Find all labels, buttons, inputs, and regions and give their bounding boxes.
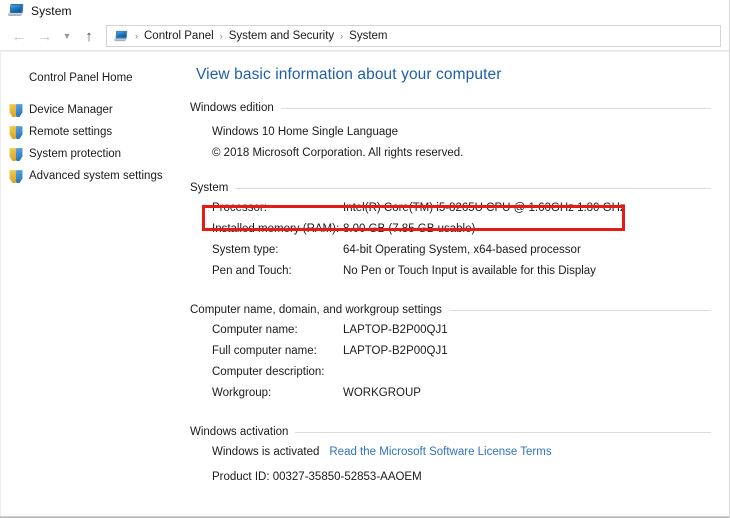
full-computer-name-label: Full computer name: xyxy=(212,345,343,357)
content-left-border xyxy=(0,50,1,518)
up-button[interactable]: ↑ xyxy=(76,24,102,48)
section-header: Windows activation xyxy=(190,426,729,438)
sidebar-item-label: System protection xyxy=(29,148,121,160)
section-title: Windows activation xyxy=(190,426,295,438)
license-terms-link[interactable]: Read the Microsoft Software License Term… xyxy=(329,446,551,458)
copyright-text: © 2018 Microsoft Corporation. All rights… xyxy=(212,143,729,164)
processor-label: Processor: xyxy=(212,202,343,214)
breadcrumb-system[interactable]: System xyxy=(347,30,389,42)
page-title: View basic information about your comput… xyxy=(196,66,729,84)
installed-memory-value: 8.00 GB (7.85 GB usable) xyxy=(343,223,475,235)
activation-status: Windows is activated xyxy=(212,446,319,458)
back-button[interactable]: ← xyxy=(6,24,32,48)
workgroup-label: Workgroup: xyxy=(212,387,343,399)
section-header: Windows edition xyxy=(190,102,729,114)
sidebar-item-label: Remote settings xyxy=(29,126,112,138)
computer-icon xyxy=(114,30,128,42)
workgroup-row: Workgroup: WORKGROUP xyxy=(190,387,729,408)
full-computer-name-value: LAPTOP-B2P00QJ1 xyxy=(343,345,448,357)
sidebar-item-advanced-system-settings[interactable]: Advanced system settings xyxy=(0,165,190,187)
section-rule xyxy=(449,310,711,311)
window-title: System xyxy=(31,4,72,18)
processor-value: Intel(R) Core(TM) i5-8265U CPU @ 1.60GHz… xyxy=(343,202,626,214)
breadcrumb-control-panel[interactable]: Control Panel xyxy=(142,30,216,42)
uac-shield-icon xyxy=(9,169,23,183)
processor-row: Processor: Intel(R) Core(TM) i5-8265U CP… xyxy=(190,202,729,223)
uac-shield-icon xyxy=(9,103,23,117)
section-title: Windows edition xyxy=(190,102,281,114)
section-header: System xyxy=(190,182,729,194)
section-title: System xyxy=(190,182,235,194)
windows-edition-lines: Windows 10 Home Single Language © 2018 M… xyxy=(190,122,729,164)
sidebar: Control Panel Home Device Manager Remote… xyxy=(0,52,190,518)
activation-status-row: Windows is activated Read the Microsoft … xyxy=(190,446,729,467)
edition-name: Windows 10 Home Single Language xyxy=(212,122,729,143)
window-bottom-border xyxy=(0,516,729,517)
uac-shield-icon xyxy=(9,125,23,139)
system-type-label: System type: xyxy=(212,244,343,256)
system-type-row: System type: 64-bit Operating System, x6… xyxy=(190,244,729,265)
sidebar-item-device-manager[interactable]: Device Manager xyxy=(0,99,190,121)
computer-name-row: Computer name: LAPTOP-B2P00QJ1 xyxy=(190,324,729,345)
breadcrumb-separator: › xyxy=(131,31,142,41)
installed-memory-row: Installed memory (RAM): 8.00 GB (7.85 GB… xyxy=(190,223,729,244)
forward-button[interactable]: → xyxy=(32,24,58,48)
sidebar-item-remote-settings[interactable]: Remote settings xyxy=(0,121,190,143)
section-rule xyxy=(295,432,711,433)
section-windows-activation: Windows activation Windows is activated … xyxy=(190,426,729,488)
system-type-value: 64-bit Operating System, x64-based proce… xyxy=(343,244,581,256)
sidebar-item-label: Device Manager xyxy=(29,104,113,116)
pen-and-touch-value: No Pen or Touch Input is available for t… xyxy=(343,265,596,277)
computer-name-value: LAPTOP-B2P00QJ1 xyxy=(343,324,448,336)
address-bar[interactable]: › Control Panel › System and Security › … xyxy=(106,25,721,47)
installed-memory-label: Installed memory (RAM): xyxy=(212,223,343,235)
sidebar-item-label: Advanced system settings xyxy=(29,170,163,182)
title-bar: System xyxy=(0,0,729,22)
uac-shield-icon xyxy=(9,147,23,161)
computer-description-label: Computer description: xyxy=(212,366,343,378)
computer-name-label: Computer name: xyxy=(212,324,343,336)
section-computer-name: Computer name, domain, and workgroup set… xyxy=(190,304,729,408)
section-rule xyxy=(235,188,711,189)
system-window: System ← → ▼ ↑ › Control Panel › System … xyxy=(0,0,730,518)
breadcrumb-system-and-security[interactable]: System and Security xyxy=(227,30,336,42)
computer-icon xyxy=(8,3,24,19)
breadcrumb-separator: › xyxy=(336,31,347,41)
recent-locations-button[interactable]: ▼ xyxy=(58,24,76,48)
section-system: System Processor: Intel(R) Core(TM) i5-8… xyxy=(190,182,729,286)
address-bar-container: ← → ▼ ↑ › Control Panel › System and Sec… xyxy=(0,22,729,50)
content-area: Control Panel Home Device Manager Remote… xyxy=(0,52,729,518)
sidebar-item-system-protection[interactable]: System protection xyxy=(0,143,190,165)
workgroup-value: WORKGROUP xyxy=(343,387,421,399)
pen-and-touch-row: Pen and Touch: No Pen or Touch Input is … xyxy=(190,265,729,286)
main-panel: View basic information about your comput… xyxy=(190,52,729,518)
section-windows-edition: Windows edition Windows 10 Home Single L… xyxy=(190,102,729,164)
product-id: Product ID: 00327-35850-52853-AAOEM xyxy=(190,467,729,488)
sidebar-item-control-panel-home[interactable]: Control Panel Home xyxy=(0,70,190,86)
section-title: Computer name, domain, and workgroup set… xyxy=(190,304,449,316)
breadcrumb-separator: › xyxy=(216,31,227,41)
computer-description-row: Computer description: xyxy=(190,366,729,387)
section-header: Computer name, domain, and workgroup set… xyxy=(190,304,729,316)
pen-and-touch-label: Pen and Touch: xyxy=(212,265,343,277)
section-rule xyxy=(281,108,711,109)
full-computer-name-row: Full computer name: LAPTOP-B2P00QJ1 xyxy=(190,345,729,366)
